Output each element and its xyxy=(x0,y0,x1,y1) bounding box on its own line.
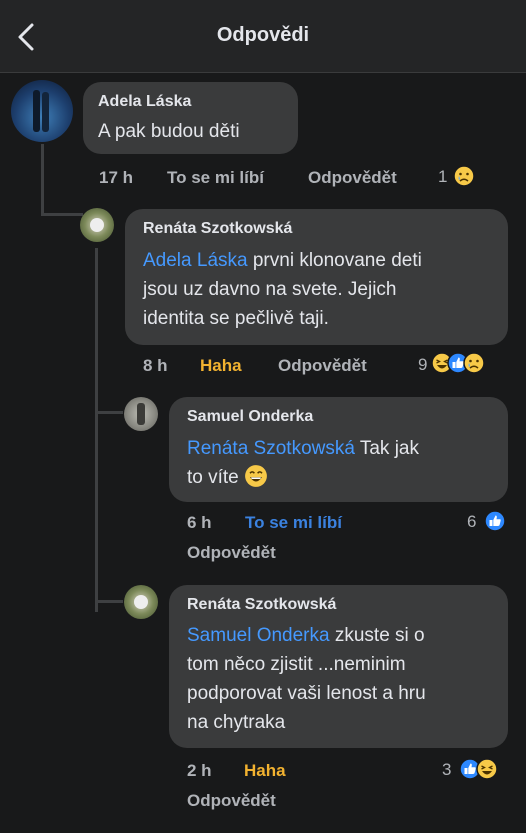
reply-button[interactable]: Odpovědět xyxy=(187,791,276,811)
mention-link[interactable]: Samuel Onderka xyxy=(187,625,330,646)
page-title: Odpovědi xyxy=(216,24,310,46)
avatar[interactable] xyxy=(11,80,73,142)
comment-time: 2 h xyxy=(187,761,212,780)
comment-text: A pak budou děti xyxy=(98,121,240,142)
comment-text-line: prvni klonovane deti xyxy=(252,250,422,271)
thread-line xyxy=(95,411,123,414)
thread-line xyxy=(95,248,98,612)
haha-reaction-button[interactable]: Haha xyxy=(244,761,286,781)
haha-reaction-button[interactable]: Haha xyxy=(200,356,242,376)
comment-text-line: podporovat vaši lenost a hru xyxy=(187,683,426,704)
comment-author[interactable]: Samuel Onderka xyxy=(187,408,313,426)
reply-button[interactable]: Odpovědět xyxy=(187,543,276,563)
comment-text: Renáta Szotkowská Tak jak to víte xyxy=(187,434,497,492)
mention-link[interactable]: Adela Láska xyxy=(143,250,248,271)
comment-text-line: na chytraka xyxy=(187,712,286,733)
reaction-count[interactable]: 6 xyxy=(467,512,476,532)
reaction-count[interactable]: 3 xyxy=(442,760,451,780)
comment-author[interactable]: Adela Láska xyxy=(98,93,191,111)
comment-author[interactable]: Renáta Szotkowská xyxy=(143,220,292,238)
like-button[interactable]: To se mi líbí xyxy=(245,513,342,533)
comment-text: Samuel Onderka zkuste si o tom něco zjis… xyxy=(187,621,497,737)
avatar[interactable] xyxy=(124,585,158,619)
comment-text-line: zkuste si o xyxy=(334,625,425,646)
mention-link[interactable]: Renáta Szotkowská xyxy=(187,438,355,459)
avatar[interactable] xyxy=(80,208,114,242)
comment-time: 8 h xyxy=(143,356,168,375)
comment-text-line: jsou uz davno na svete. Jejich xyxy=(143,279,397,300)
comment-text-line: to víte xyxy=(187,467,239,488)
thread-line xyxy=(41,213,83,216)
thread-line xyxy=(95,600,123,603)
reaction-count[interactable]: 9 xyxy=(418,355,427,375)
top-bar: Odpovědi xyxy=(0,0,526,73)
reply-button[interactable]: Odpovědět xyxy=(308,168,397,188)
reaction-count[interactable]: 1 xyxy=(438,167,447,187)
grinning-emoji-icon xyxy=(245,465,267,487)
comment-text-line: Tak jak xyxy=(359,438,419,459)
comment-author[interactable]: Renáta Szotkowská xyxy=(187,596,336,614)
comment-text: Adela Láska prvni klonovane deti jsou uz… xyxy=(143,246,493,333)
comment-text-line: identita se pečlivě taji. xyxy=(143,308,329,329)
comment-time: 17 h xyxy=(99,168,134,187)
like-icon xyxy=(484,510,506,532)
haha-emoji-icon xyxy=(476,758,498,780)
comment-text-line: tom něco zjistit ...neminim xyxy=(187,654,406,675)
reply-button[interactable]: Odpovědět xyxy=(278,356,367,376)
sad-emoji-icon xyxy=(453,165,475,187)
like-button[interactable]: To se mi líbí xyxy=(167,168,264,188)
avatar[interactable] xyxy=(124,397,158,431)
thread-line xyxy=(41,144,44,216)
sad-emoji-icon xyxy=(463,352,485,374)
comment-time: 6 h xyxy=(187,513,212,532)
